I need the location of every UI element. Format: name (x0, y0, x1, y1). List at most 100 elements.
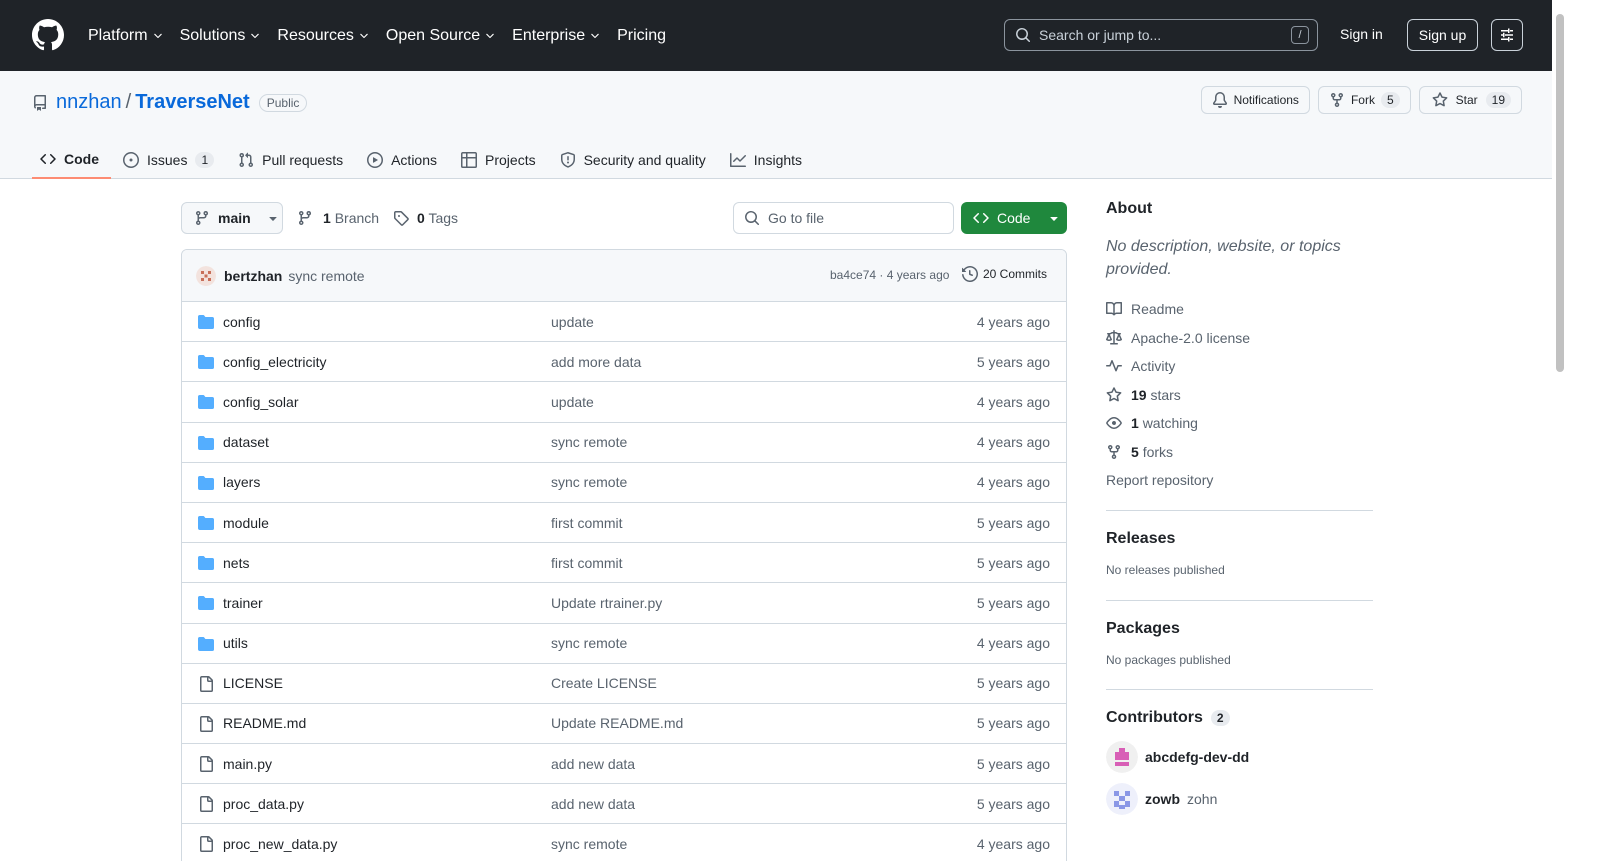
file-row[interactable]: utils sync remote 4 years ago (182, 624, 1066, 664)
branches-link[interactable]: 1 Branch (323, 210, 379, 226)
author-avatar[interactable] (196, 265, 216, 286)
book-icon (1106, 302, 1122, 316)
tab-security[interactable]: Security and quality (552, 141, 718, 179)
file-name-link[interactable]: config (223, 314, 260, 330)
tab-projects[interactable]: Projects (453, 141, 548, 179)
code-button[interactable]: Code (961, 202, 1067, 234)
scrollbar-thumb[interactable] (1556, 14, 1564, 372)
notifications-button[interactable]: Notifications (1200, 86, 1310, 114)
file-row[interactable]: LICENSE Create LICENSE 5 years ago (182, 664, 1066, 704)
branch-select-button[interactable]: main (181, 202, 283, 234)
file-name-link[interactable]: config_electricity (223, 354, 327, 370)
file-name-link[interactable]: dataset (223, 434, 269, 450)
packages-title[interactable]: Packages (1106, 620, 1180, 638)
commit-hash-time[interactable]: ba4ce74 · 4 years ago (830, 268, 949, 282)
sign-up-button[interactable]: Sign up (1407, 19, 1478, 51)
releases-title[interactable]: Releases (1106, 530, 1175, 548)
file-commit-message[interactable]: update (551, 394, 594, 410)
about-link-fork[interactable]: 5 forks (1106, 438, 1373, 467)
tab-code[interactable]: Code (32, 141, 111, 179)
sign-in-link[interactable]: Sign in (1340, 26, 1383, 42)
file-commit-message[interactable]: Update rtrainer.py (551, 595, 662, 611)
file-name-link[interactable]: utils (223, 635, 248, 651)
about-link-book[interactable]: Readme (1106, 295, 1373, 324)
commits-link[interactable]: 20 Commits (962, 266, 1047, 282)
tab-issues-label: Issues (147, 152, 188, 168)
file-row[interactable]: module first commit 5 years ago (182, 503, 1066, 544)
tab-issues[interactable]: Issues 1 (115, 141, 226, 179)
about-link-label: Readme (1131, 301, 1184, 318)
file-commit-message[interactable]: add more data (551, 354, 641, 370)
file-commit-message[interactable]: add new data (551, 756, 635, 772)
file-row[interactable]: config_solar update 4 years ago (182, 382, 1066, 423)
folder-icon-wrap (198, 354, 214, 370)
file-row[interactable]: dataset sync remote 4 years ago (182, 423, 1066, 463)
file-row[interactable]: config update 4 years ago (182, 302, 1066, 343)
commit-message-link[interactable]: sync remote (288, 268, 364, 284)
file-commit-message[interactable]: Create LICENSE (551, 675, 657, 691)
nav-resources[interactable]: Resources (277, 27, 369, 45)
about-link-law[interactable]: Apache-2.0 license (1106, 324, 1373, 353)
nav-pricing[interactable]: Pricing (617, 27, 666, 45)
releases-section: Releases No releases published (1106, 510, 1373, 577)
contributors-title[interactable]: Contributors (1106, 709, 1203, 727)
tab-pull-requests[interactable]: Pull requests (230, 141, 355, 179)
file-name-link[interactable]: proc_data.py (223, 796, 304, 812)
file-row[interactable]: nets first commit 5 years ago (182, 543, 1066, 584)
file-commit-message[interactable]: first commit (551, 555, 623, 571)
about-link-eye[interactable]: 1 watching (1106, 409, 1373, 438)
nav-solutions[interactable]: Solutions (180, 27, 262, 45)
file-commit-message[interactable]: sync remote (551, 474, 627, 490)
tab-insights[interactable]: Insights (722, 141, 814, 179)
file-name-link[interactable]: layers (223, 474, 260, 490)
github-logo-icon[interactable] (32, 19, 64, 51)
nav-enterprise[interactable]: Enterprise (512, 27, 601, 45)
repo-name-link[interactable]: TraverseNet (135, 91, 250, 114)
file-row[interactable]: main.py add new data 5 years ago (182, 744, 1066, 785)
file-name-link[interactable]: README.md (223, 715, 306, 731)
nav-open-source[interactable]: Open Source (386, 27, 496, 45)
file-name-link[interactable]: proc_new_data.py (223, 836, 337, 852)
search-input[interactable]: Search or jump to... / (1004, 19, 1318, 51)
file-name-link[interactable]: trainer (223, 595, 263, 611)
file-row[interactable]: README.md Update README.md 5 years ago (182, 704, 1066, 745)
file-name-link[interactable]: module (223, 515, 269, 531)
file-commit-message[interactable]: sync remote (551, 635, 627, 651)
file-commit-message[interactable]: sync remote (551, 836, 627, 852)
file-row[interactable]: trainer Update rtrainer.py 5 years ago (182, 583, 1066, 624)
file-name-link[interactable]: config_solar (223, 394, 299, 410)
file-commit-message[interactable]: first commit (551, 515, 623, 531)
nav-platform[interactable]: Platform (88, 27, 164, 45)
file-name-link[interactable]: LICENSE (223, 675, 283, 691)
caret-down-icon (269, 217, 277, 221)
file-icon (200, 796, 213, 813)
file-commit-message[interactable]: add new data (551, 796, 635, 812)
file-name-link[interactable]: nets (223, 555, 249, 571)
about-link-label: stars (1150, 386, 1181, 403)
file-row[interactable]: layers sync remote 4 years ago (182, 463, 1066, 503)
branch-label: Branch (334, 210, 380, 226)
tags-link[interactable]: 0 Tags (417, 210, 458, 226)
star-button[interactable]: Star 19 (1418, 86, 1522, 114)
file-commit-message[interactable]: update (551, 314, 594, 330)
menu-button[interactable] (1491, 19, 1523, 51)
contributor-item[interactable]: abcdefg-dev-dd (1106, 741, 1373, 773)
file-name-link[interactable]: main.py (223, 756, 272, 772)
file-row[interactable]: proc_data.py add new data 5 years ago (182, 784, 1066, 825)
file-row[interactable]: proc_new_data.py sync remote 4 years ago (182, 824, 1066, 861)
folder-icon-wrap (198, 435, 214, 451)
report-repository-link[interactable]: Report repository (1106, 466, 1373, 495)
contributor-item[interactable]: zowb zohn (1106, 783, 1373, 815)
file-commit-message[interactable]: Update README.md (551, 715, 683, 731)
repo-owner-link[interactable]: nnzhan (56, 91, 122, 114)
go-to-file-input[interactable]: Go to file (733, 202, 954, 234)
file-commit-message[interactable]: sync remote (551, 434, 627, 450)
about-link-pulse[interactable]: Activity (1106, 352, 1373, 381)
branch-icon (298, 211, 311, 226)
tab-actions[interactable]: Actions (359, 141, 449, 179)
about-link-star[interactable]: 19 stars (1106, 381, 1373, 410)
fork-button[interactable]: Fork 5 (1317, 86, 1411, 114)
commit-author-link[interactable]: bertzhan (224, 268, 282, 284)
chevron-down-icon (360, 33, 368, 38)
file-row[interactable]: config_electricity add more data 5 years a… (182, 342, 1066, 383)
